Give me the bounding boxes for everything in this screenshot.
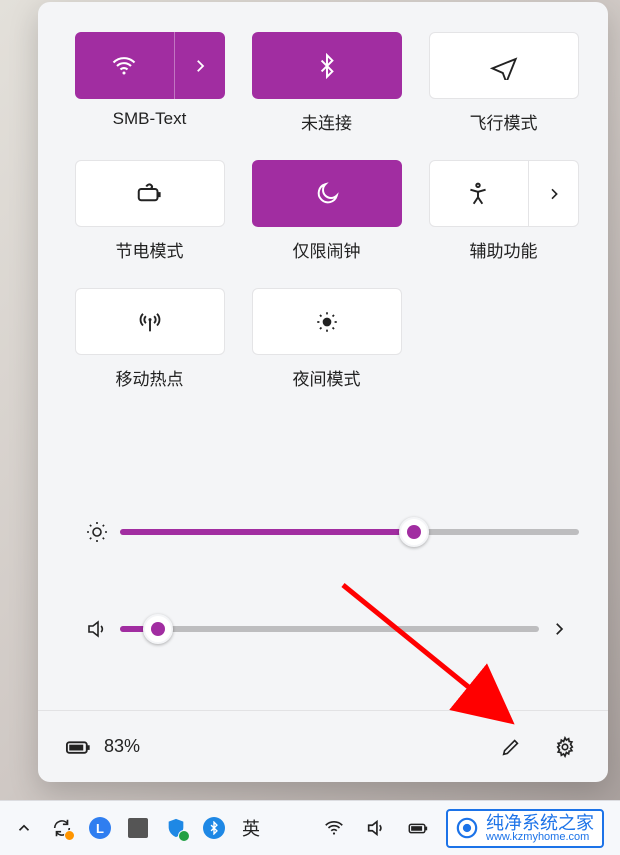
- tile-airplane[interactable]: [429, 32, 579, 99]
- tray-battery[interactable]: [404, 814, 432, 842]
- watermark-title: 纯净系统之家: [486, 814, 594, 832]
- battery-percent-text: 83%: [104, 736, 140, 757]
- circle-l-icon: L: [89, 817, 111, 839]
- pencil-icon: [500, 736, 522, 758]
- quick-settings-footer: 83%: [38, 710, 608, 782]
- system-tray: 纯净系统之家 www.kzmyhome.com: [320, 809, 610, 848]
- tile-night-light[interactable]: [252, 288, 402, 355]
- chevron-up-icon: [15, 819, 33, 837]
- bluetooth-tray-icon[interactable]: [200, 814, 228, 842]
- tile-bluetooth[interactable]: [252, 32, 402, 99]
- tray-wifi[interactable]: [320, 814, 348, 842]
- tile-hotspot-label: 移动热点: [116, 365, 184, 390]
- hotspot-icon: [136, 308, 164, 336]
- bluetooth-icon: [203, 817, 225, 839]
- gear-icon: [554, 736, 576, 758]
- tile-wifi[interactable]: [75, 32, 225, 99]
- volume-flyout-button[interactable]: [539, 620, 579, 638]
- tile-accessibility[interactable]: [429, 160, 579, 227]
- tile-wifi-expand[interactable]: [175, 32, 225, 99]
- sync-tray-icon[interactable]: [48, 814, 76, 842]
- chevron-right-icon: [546, 186, 562, 202]
- grid-icon: [128, 818, 148, 838]
- open-settings-button[interactable]: [548, 730, 582, 764]
- edit-quick-settings-button[interactable]: [494, 730, 528, 764]
- sync-icon: [51, 817, 73, 839]
- tile-wifi-main[interactable]: [74, 32, 175, 99]
- moon-icon: [314, 181, 340, 207]
- tile-accessibility-main[interactable]: [428, 161, 529, 226]
- tile-accessibility-label: 辅助功能: [470, 237, 538, 262]
- battery-icon: [405, 817, 431, 839]
- bluetooth-icon: [314, 53, 340, 79]
- watermark-sub: www.kzmyhome.com: [486, 832, 594, 843]
- tray-volume[interactable]: [362, 814, 390, 842]
- chevron-right-icon: [550, 620, 568, 638]
- battery-saver-icon: [135, 179, 165, 209]
- volume-slider-row: [74, 617, 579, 641]
- brightness-slider[interactable]: [120, 529, 579, 535]
- tile-focus-assist[interactable]: [252, 160, 402, 227]
- watermark: 纯净系统之家 www.kzmyhome.com: [446, 809, 604, 848]
- tray-overflow-button[interactable]: [10, 814, 38, 842]
- tile-hotspot[interactable]: [75, 288, 225, 355]
- speaker-icon: [74, 617, 120, 641]
- tile-battery-saver[interactable]: [75, 160, 225, 227]
- watermark-logo-icon: [456, 817, 478, 839]
- tile-airplane-label: 飞行模式: [470, 109, 538, 134]
- brightness-fill: [120, 529, 414, 535]
- volume-thumb[interactable]: [143, 614, 173, 644]
- battery-status[interactable]: 83%: [64, 733, 140, 761]
- tile-wifi-label: SMB-Text: [113, 109, 187, 129]
- tile-accessibility-expand[interactable]: [529, 161, 579, 226]
- accessibility-icon: [465, 181, 491, 207]
- volume-slider[interactable]: [120, 626, 539, 632]
- battery-icon: [64, 733, 92, 761]
- nightlight-icon: [314, 309, 340, 335]
- shield-icon: [165, 817, 187, 839]
- airplane-icon: [490, 52, 518, 80]
- quick-tiles-grid: SMB-Text 未连接: [68, 32, 588, 416]
- taskbar: L 英: [0, 800, 620, 855]
- brightness-slider-row: [74, 520, 579, 544]
- quick-settings-panel: SMB-Text 未连接: [38, 2, 608, 782]
- chevron-right-icon: [191, 57, 209, 75]
- app-tray-icon-l[interactable]: L: [86, 814, 114, 842]
- speaker-icon: [365, 817, 387, 839]
- brightness-thumb[interactable]: [399, 517, 429, 547]
- wifi-icon: [323, 817, 345, 839]
- tile-bluetooth-label: 未连接: [301, 109, 352, 134]
- tile-focus-assist-label: 仅限闹钟: [293, 237, 361, 262]
- tile-battery-saver-label: 节电模式: [116, 237, 184, 262]
- security-tray-icon[interactable]: [162, 814, 190, 842]
- wifi-icon: [110, 52, 138, 80]
- tile-night-light-label: 夜间模式: [293, 365, 361, 390]
- ime-indicator[interactable]: 英: [238, 815, 264, 841]
- brightness-icon: [74, 520, 120, 544]
- app-tray-icon-grid[interactable]: [124, 814, 152, 842]
